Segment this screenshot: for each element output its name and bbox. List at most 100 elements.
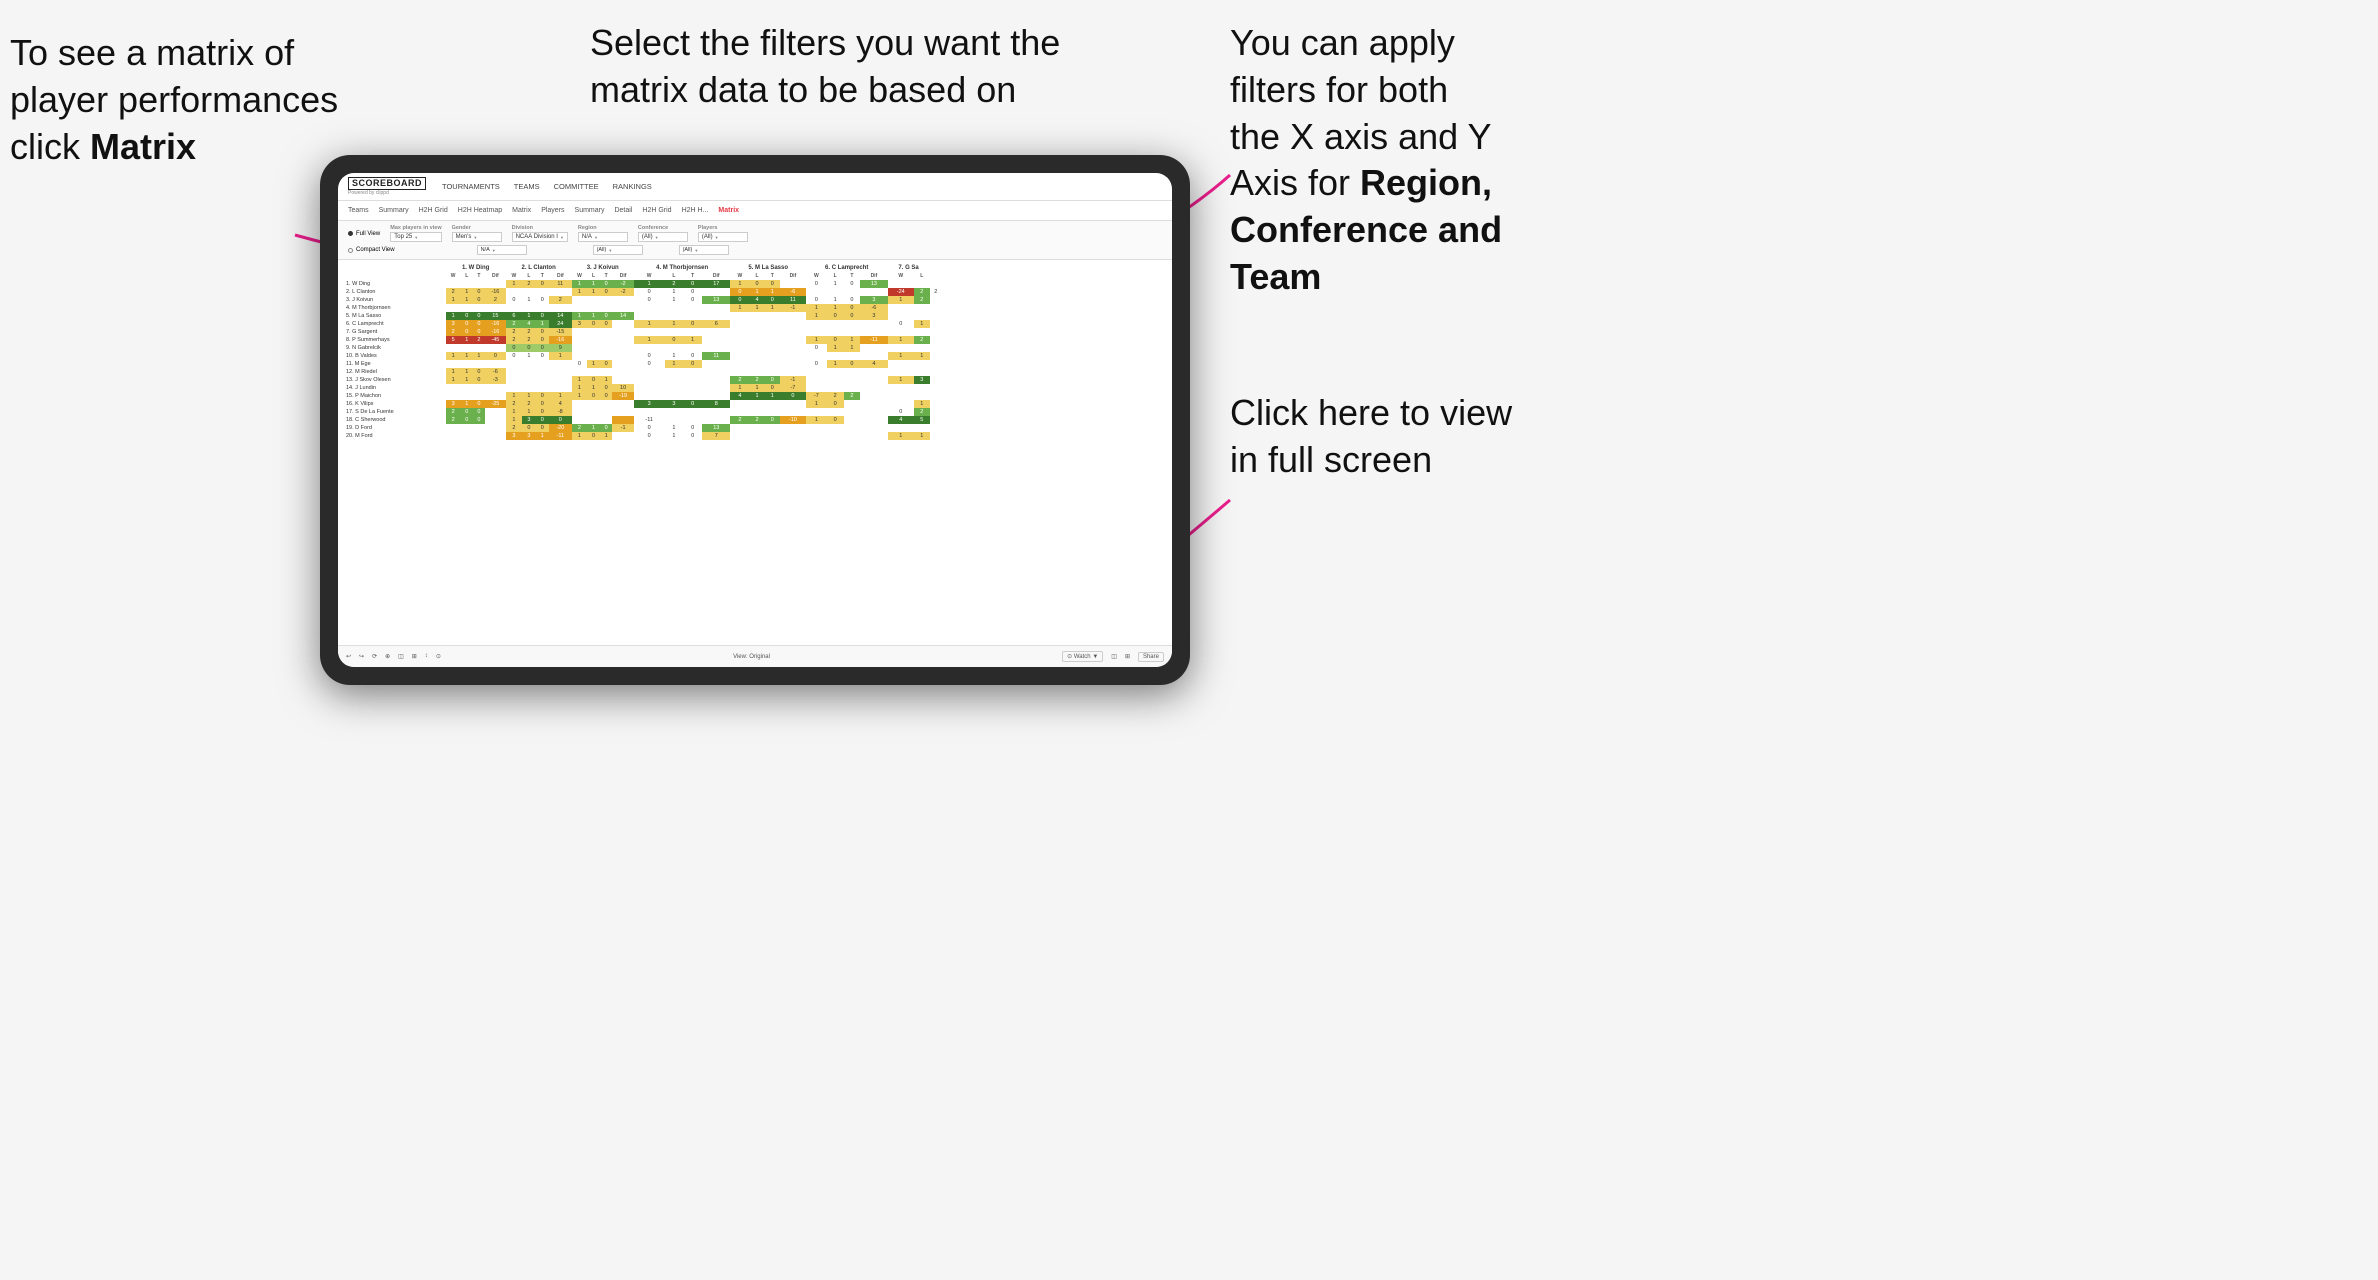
subnav-detail[interactable]: Detail [614,206,632,215]
subnav-players-summary[interactable]: Summary [575,206,605,215]
settings-icon[interactable]: ⊙ [436,653,441,660]
matrix-cell: 1 [522,352,535,360]
matrix-cell: 14 [612,312,633,320]
matrix-cell [930,368,942,376]
br-line1: Click here to view [1230,392,1512,433]
filter-players-select2[interactable]: (All) [679,245,729,255]
subnav-h2h-heatmap[interactable]: H2H Heatmap [458,206,502,215]
subnav-teams[interactable]: Teams [348,206,369,215]
filter-maxplayers-select[interactable]: Top 25 [390,232,441,242]
subnav-matrix[interactable]: Matrix [512,206,531,215]
matrix-cell [665,376,684,384]
sh-w4: W [634,272,665,280]
filter-maxplayers-label: Max players in view [390,225,441,231]
matrix-cell: 0 [683,400,702,408]
matrix-cell [702,384,730,392]
filter-region-select2[interactable]: N/A [477,245,527,255]
nav-teams[interactable]: TEAMS [514,180,540,193]
matrix-cell [446,360,461,368]
matrix-cell [844,384,861,392]
matrix-cell: 1 [506,392,523,400]
subnav-summary[interactable]: Summary [379,206,409,215]
matrix-cell [749,312,764,320]
matrix-cell: 0 [844,360,861,368]
matrix-cell [665,344,684,352]
row-label: 15. P Maichon [342,392,446,400]
app-header: SCOREBOARD Powered by clippd TOURNAMENTS… [338,173,1172,201]
filter-compactview[interactable]: Compact View [348,247,395,253]
matrix-cell [888,328,914,336]
watch-button[interactable]: ⊙ Watch ▼ [1062,651,1103,662]
matrix-cell: 0 [765,280,780,288]
subnav-matrix-active[interactable]: Matrix [718,206,739,215]
matrix-cell [806,288,827,296]
table-row: 6. C Lamprecht300-1624124300110601 [342,320,942,328]
subnav-h2h-grid[interactable]: H2H Grid [419,206,448,215]
nav-committee[interactable]: COMMITTEE [554,180,599,193]
matrix-cell [780,280,806,288]
expand-icon[interactable]: ↕ [425,653,428,660]
filter-division-select[interactable]: NCAA Division I [512,232,568,242]
matrix-cell [888,304,914,312]
filter-gender-select[interactable]: Men's [452,232,502,242]
matrix-cell [612,296,633,304]
matrix-cell [600,416,613,424]
matrix-cell: 0 [536,344,549,352]
matrix-cell: 1 [506,280,523,288]
matrix-container[interactable]: 1. W Ding 2. L Clanton 3. J Koivun 4. M … [338,260,1172,659]
table-row: 5. M La Sasso1001561014110141003 [342,312,942,320]
matrix-cell [485,432,506,440]
matrix-cell [485,304,506,312]
matrix-cell [765,320,780,328]
subnav-players[interactable]: Players [541,206,564,215]
table-row: 7. G Sargent200-16220-15 [342,328,942,336]
sh-t3: T [600,272,613,280]
matrix-cell [765,360,780,368]
matrix-cell: 9 [549,344,572,352]
nav-tournaments[interactable]: TOURNAMENTS [442,180,500,193]
matrix-cell: 2 [522,400,535,408]
matrix-cell: 1 [572,384,588,392]
table-row: 14. J Lundin11010110-7 [342,384,942,392]
matrix-cell: 3 [522,432,535,440]
refresh-icon[interactable]: ⟳ [372,653,377,660]
matrix-cell: 1 [730,280,749,288]
filter-region-select[interactable]: N/A [578,232,628,242]
matrix-cell [587,344,600,352]
annotation-bottomright: Click here to view in full screen [1230,390,1590,484]
matrix-cell: 1 [587,360,600,368]
filter-fullview[interactable]: Full View [348,231,380,237]
matrix-cell: 1 [446,376,461,384]
filter-conference-select2[interactable]: (All) [593,245,643,255]
table-row: 15. P Maichon1101100-194110-722 [342,392,942,400]
subnav-h2h-grid2[interactable]: H2H Grid [642,206,671,215]
layout-icon[interactable]: ◫ [398,653,404,660]
matrix-cell [683,328,702,336]
tr-line1: You can apply [1230,22,1455,63]
undo-icon[interactable]: ↩ [346,653,351,660]
matrix-cell [665,312,684,320]
sub-header-empty [342,272,446,280]
matrix-cell [506,304,523,312]
share-button[interactable]: Share [1138,652,1164,662]
filter-players-select[interactable]: (All) [698,232,748,242]
layout2-icon[interactable]: ◫ [1111,653,1117,660]
matrix-cell: 0 [473,416,485,424]
nav-rankings[interactable]: RANKINGS [613,180,652,193]
tr-line6: Team [1230,256,1321,297]
matrix-cell: -2 [612,288,633,296]
subnav-h2hh[interactable]: H2H H... [682,206,709,215]
matrix-cell [749,368,764,376]
tr-line4pre: Axis for [1230,162,1360,203]
matrix-cell [914,384,930,392]
fullscreen-icon[interactable]: ⊞ [1125,653,1130,660]
matrix-cell: 2 [506,320,523,328]
matrix-cell [730,344,749,352]
add-icon[interactable]: ⊕ [385,653,390,660]
matrix-cell: 1 [446,296,461,304]
matrix-cell [702,408,730,416]
matrix-cell: 1 [634,336,665,344]
grid-icon[interactable]: ⊞ [412,653,417,660]
redo-icon[interactable]: ↪ [359,653,364,660]
filter-conference-select[interactable]: (All) [638,232,688,242]
